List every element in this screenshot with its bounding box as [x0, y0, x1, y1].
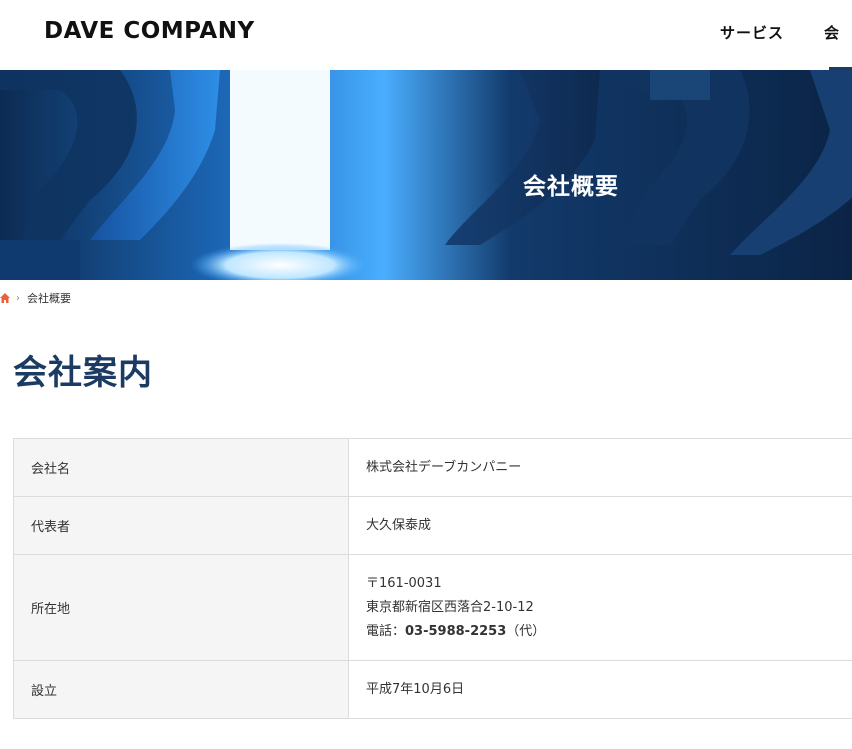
phone-prefix: 電話：	[366, 623, 406, 639]
row-label-company-name: 会社名	[13, 438, 349, 497]
company-info-table: 会社名 株式会社デーブカンパニー 代表者 大久保泰成 所在地 〒161-0031…	[13, 438, 852, 719]
site-header: DAVE COMPANY サービス 会	[0, 0, 852, 70]
hero-banner: 会社概要	[0, 70, 852, 280]
breadcrumb: › 会社概要	[0, 290, 71, 306]
street-address: 東京都新宿区西落合2-10-12	[366, 599, 534, 615]
row-value-address: 〒161-0031 東京都新宿区西落合2-10-12 電話：03-5988-22…	[348, 554, 852, 661]
table-row: 設立 平成7年10月6日	[13, 660, 852, 719]
table-row: 所在地 〒161-0031 東京都新宿区西落合2-10-12 電話：03-598…	[13, 554, 852, 661]
phone-line: 電話：03-5988-2253（代）	[366, 620, 852, 644]
phone-number[interactable]: 03-5988-2253	[405, 624, 506, 639]
row-label-established: 設立	[13, 660, 349, 719]
row-label-representative: 代表者	[13, 496, 349, 555]
hero-background-image	[0, 70, 852, 280]
page-title: 会社案内	[13, 353, 153, 393]
postal-code: 〒161-0031	[366, 575, 442, 591]
main-nav: サービス 会	[720, 22, 840, 43]
nav-item-company[interactable]: 会	[824, 22, 840, 43]
row-value-representative: 大久保泰成	[348, 496, 852, 555]
phone-suffix: （代）	[506, 623, 546, 639]
nav-item-services[interactable]: サービス	[720, 22, 784, 43]
hero-title: 会社概要	[523, 174, 619, 200]
breadcrumb-current: 会社概要	[27, 292, 71, 305]
table-row: 代表者 大久保泰成	[13, 496, 852, 555]
breadcrumb-separator: ›	[16, 292, 20, 304]
row-value-company-name: 株式会社デーブカンパニー	[348, 438, 852, 497]
home-icon[interactable]	[0, 293, 10, 303]
table-row: 会社名 株式会社デーブカンパニー	[13, 438, 852, 497]
row-label-address: 所在地	[13, 554, 349, 661]
row-value-established: 平成7年10月6日	[348, 660, 852, 719]
site-logo[interactable]: DAVE COMPANY	[44, 18, 255, 44]
